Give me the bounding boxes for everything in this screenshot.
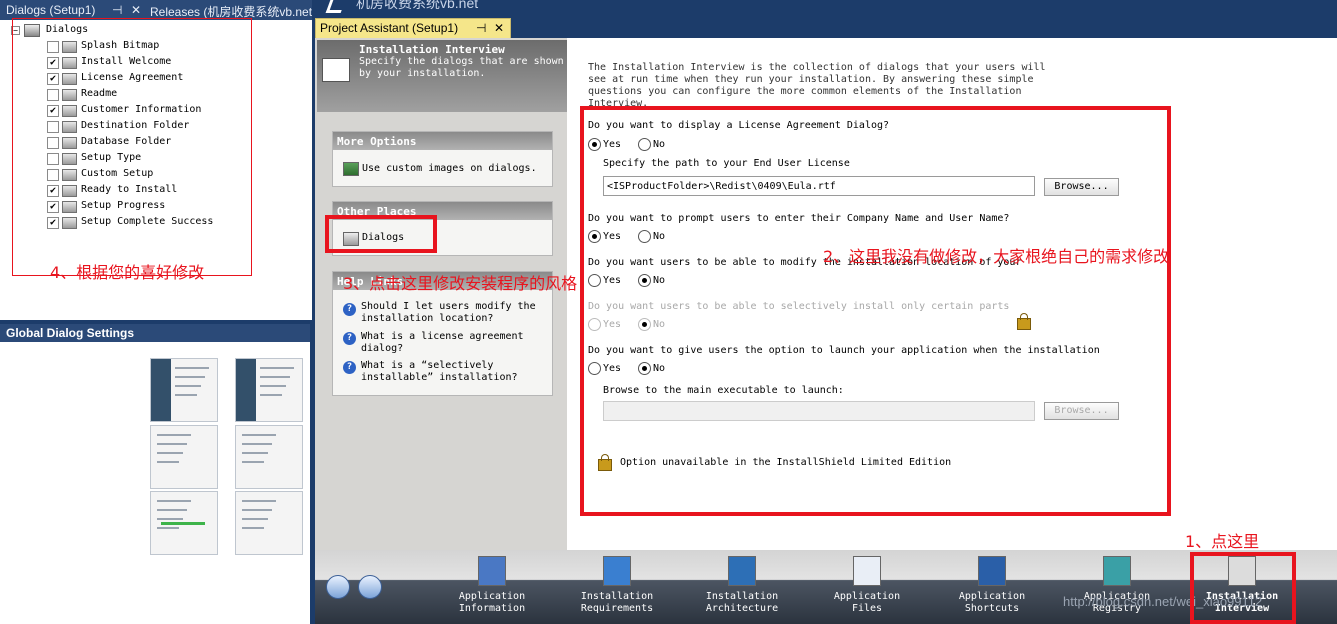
nav-item-installation-requirements[interactable]: Installation Requirements <box>567 556 667 622</box>
annotation-box-installation-interview <box>1190 552 1296 624</box>
help-link-selectively-installable[interactable]: What is a “selectively installable” inst… <box>361 360 546 384</box>
dialog-theme-thumbnail[interactable] <box>235 358 303 422</box>
dialog-theme-thumbnail[interactable] <box>235 425 303 489</box>
back-icon[interactable] <box>358 575 382 599</box>
application-shortcuts-icon <box>978 556 1006 586</box>
custom-images-link[interactable]: Use custom images on dialogs. <box>362 163 537 175</box>
installation-requirements-icon <box>603 556 631 586</box>
intro-text: The Installation Interview is the collec… <box>588 62 1046 106</box>
visual-studio-logo-icon <box>325 0 346 13</box>
help-link-license-agreement[interactable]: What is a license agreement dialog? <box>361 331 546 355</box>
nav-item-label: Installation Requirements <box>580 591 654 614</box>
dialog-theme-thumbnail[interactable] <box>150 491 218 555</box>
pin-icon[interactable]: ⊣ <box>112 3 122 17</box>
dialog-theme-thumbnail[interactable] <box>150 425 218 489</box>
nav-item-label: Installation Architecture <box>705 591 779 614</box>
nav-item-application-shortcuts[interactable]: Application Shortcuts <box>942 556 1042 622</box>
annotation-box-dialogs-link <box>325 215 437 253</box>
page-description: Specify the dialogs that are shown by yo… <box>359 56 564 79</box>
installation-interview-header-icon <box>322 58 350 82</box>
global-dialog-settings-title: Global Dialog Settings <box>6 326 135 340</box>
tab-project-assistant[interactable]: Project Assistant (Setup1) ⊣ ✕ <box>315 18 511 40</box>
annotation-box-dialog-list <box>12 18 252 276</box>
dialog-theme-thumbnail[interactable] <box>150 358 218 422</box>
page-title: Installation Interview <box>359 43 505 56</box>
annotation-2: 2、这里我没有做修改，大家根绝自己的需求修改 <box>823 247 1170 266</box>
nav-item-installation-architecture[interactable]: Installation Architecture <box>692 556 792 622</box>
more-options-panel: More Options Use custom images on dialog… <box>332 131 553 187</box>
nav-item-application-registry[interactable]: Application Registry <box>1067 556 1167 622</box>
page-header: Installation Interview Specify the dialo… <box>317 40 567 112</box>
nav-item-label: Application Shortcuts <box>958 591 1026 614</box>
window-title: 机房收费系统vb.net <box>356 0 479 11</box>
help-icon: ? <box>343 361 356 374</box>
help-icon: ? <box>343 332 356 345</box>
annotation-3: 3、点击这里修改安装程序的风格 <box>343 274 578 293</box>
navigation-bar: Application Information Installation Requ… <box>315 550 1337 624</box>
help-icon: ? <box>343 303 356 316</box>
more-options-title: More Options <box>337 135 417 148</box>
tab-project-assistant-label: Project Assistant (Setup1) <box>320 21 459 35</box>
global-dialog-settings-header: Global Dialog Settings <box>0 324 310 342</box>
nav-item-application-information[interactable]: Application Information <box>442 556 542 622</box>
installation-architecture-icon <box>728 556 756 586</box>
nav-item-label: Application Information <box>458 591 526 614</box>
home-icon[interactable] <box>326 575 350 599</box>
application-information-icon <box>478 556 506 586</box>
annotation-4: 4、根据您的喜好修改 <box>50 263 205 282</box>
application-files-icon <box>853 556 881 586</box>
annotation-box-interview-options <box>580 106 1171 516</box>
close-icon[interactable]: ✕ <box>131 3 141 17</box>
pin-icon[interactable]: ⊣ <box>476 21 486 35</box>
dialog-theme-thumbnail[interactable] <box>235 491 303 555</box>
nav-item-application-files[interactable]: Application Files <box>817 556 917 622</box>
custom-images-icon <box>343 162 359 176</box>
nav-item-label: Application Files <box>833 591 901 614</box>
application-registry-icon <box>1103 556 1131 586</box>
help-link-modify-location[interactable]: Should I let users modify the installati… <box>361 301 546 325</box>
annotation-1: 1、点这里 <box>1185 532 1260 551</box>
close-icon[interactable]: ✕ <box>494 21 504 35</box>
tab-dialogs[interactable]: Dialogs (Setup1) <box>6 3 95 17</box>
left-tab-strip: Dialogs (Setup1) ⊣ ✕ Releases (机房收费系统vb.… <box>0 0 312 20</box>
